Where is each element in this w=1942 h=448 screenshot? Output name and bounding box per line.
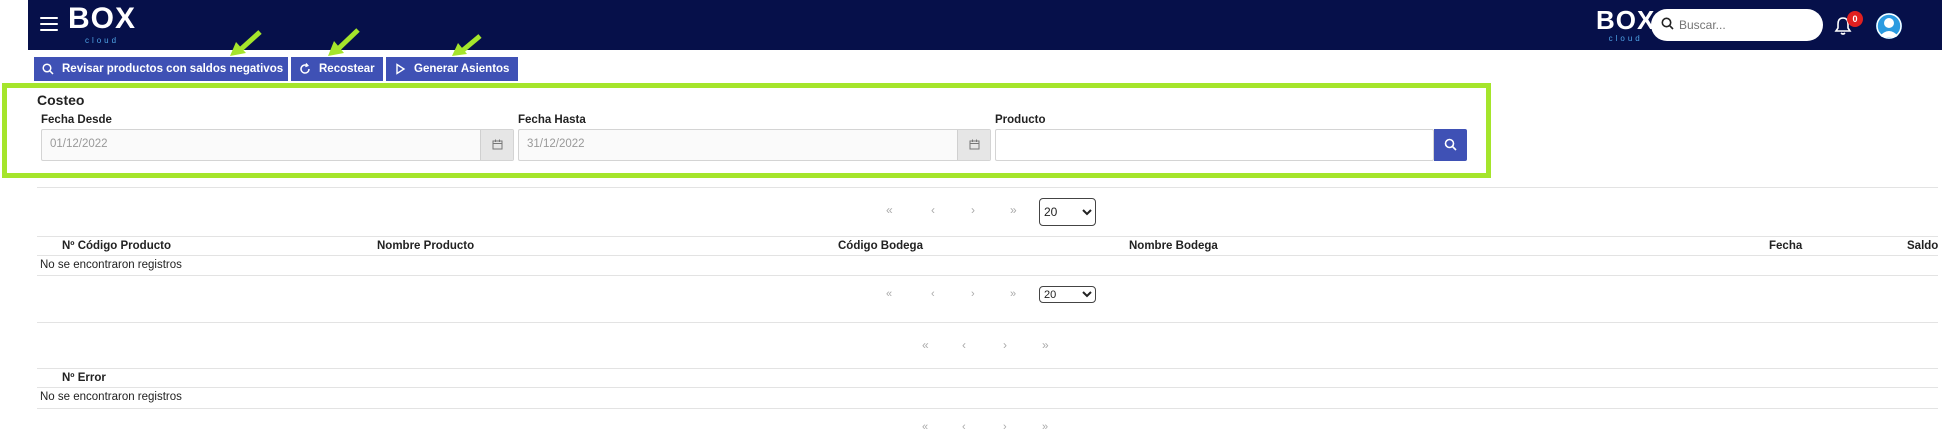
first-page-button[interactable]: « xyxy=(922,338,929,352)
last-page-button[interactable]: » xyxy=(1042,338,1049,352)
recost-label: Recostear xyxy=(319,63,375,75)
review-negative-balances-button[interactable]: Revisar productos con saldos negativos xyxy=(34,57,288,81)
divider xyxy=(37,408,1938,409)
fecha-hasta-input[interactable] xyxy=(527,138,827,150)
prev-page-button[interactable]: ‹ xyxy=(962,338,966,352)
first-page-button[interactable]: « xyxy=(922,421,928,433)
table1-bottom-page-size-select[interactable]: 20 xyxy=(1039,286,1096,303)
producto-field[interactable] xyxy=(995,129,1434,161)
prev-page-button[interactable]: ‹ xyxy=(931,288,935,300)
last-page-button[interactable]: » xyxy=(1010,203,1017,217)
fecha-desde-field[interactable] xyxy=(41,129,514,161)
fecha-desde-input[interactable] xyxy=(50,138,350,150)
generate-entries-label: Generar Asientos xyxy=(414,63,510,75)
refresh-icon xyxy=(300,63,310,74)
prev-page-button[interactable]: ‹ xyxy=(931,203,935,217)
play-icon xyxy=(396,63,406,75)
next-page-button[interactable]: › xyxy=(971,288,975,300)
last-page-button[interactable]: » xyxy=(1042,421,1048,433)
next-page-button[interactable]: › xyxy=(1003,421,1007,433)
next-page-button[interactable]: › xyxy=(1003,338,1007,352)
global-search[interactable] xyxy=(1651,9,1823,41)
logo-sub-right: cloud xyxy=(1608,34,1643,43)
table1-empty-message: No se encontraron registros xyxy=(40,259,182,271)
first-page-button[interactable]: « xyxy=(886,203,893,217)
fecha-desde-calendar-button[interactable] xyxy=(480,130,513,160)
user-icon xyxy=(1876,13,1902,39)
generate-entries-button[interactable]: Generar Asientos xyxy=(386,57,518,81)
divider xyxy=(37,236,1938,237)
annotation-arrow-icon xyxy=(452,34,482,56)
divider xyxy=(37,275,1938,276)
divider xyxy=(37,322,1938,323)
column-header-nombre-producto[interactable]: Nombre Producto xyxy=(377,240,474,252)
search-icon xyxy=(42,63,54,75)
box-cloud-logo[interactable]: BOX cloud xyxy=(68,2,136,46)
costeo-title: Costeo xyxy=(37,92,85,108)
producto-label: Producto xyxy=(995,114,1046,126)
user-avatar[interactable] xyxy=(1876,13,1902,39)
divider xyxy=(37,255,1938,256)
logo-sub: cloud xyxy=(84,36,120,45)
column-header-codigo-bodega[interactable]: Código Bodega xyxy=(838,240,923,252)
fecha-hasta-calendar-button[interactable] xyxy=(957,130,990,160)
table2-empty-message: No se encontraron registros xyxy=(40,391,182,403)
last-page-button[interactable]: » xyxy=(1010,288,1016,300)
review-negative-balances-label: Revisar productos con saldos negativos xyxy=(62,63,284,75)
calendar-icon xyxy=(969,139,980,150)
column-header-fecha[interactable]: Fecha xyxy=(1769,240,1802,252)
annotation-arrow-icon xyxy=(230,30,262,56)
next-page-button[interactable]: › xyxy=(971,203,975,217)
menu-icon[interactable] xyxy=(40,17,58,31)
annotation-arrow-icon xyxy=(328,28,360,56)
search-icon xyxy=(1661,17,1674,30)
first-page-button[interactable]: « xyxy=(886,288,892,300)
global-search-input[interactable] xyxy=(1679,15,1814,35)
column-header-codigo-producto[interactable]: Nº Código Producto xyxy=(62,240,171,252)
column-header-saldo[interactable]: Saldo xyxy=(1907,240,1938,252)
divider xyxy=(37,187,1938,188)
fecha-hasta-label: Fecha Hasta xyxy=(518,114,586,126)
box-cloud-logo-right: BOX cloud xyxy=(1596,6,1655,44)
divider xyxy=(37,387,1938,388)
fecha-hasta-field[interactable] xyxy=(518,129,991,161)
logo-word-right: BOX xyxy=(1596,5,1656,35)
logo-word: BOX xyxy=(68,2,137,35)
divider xyxy=(37,368,1938,369)
producto-search-button[interactable] xyxy=(1434,129,1467,161)
prev-page-button[interactable]: ‹ xyxy=(962,421,966,433)
column-header-nombre-bodega[interactable]: Nombre Bodega xyxy=(1129,240,1218,252)
producto-input[interactable] xyxy=(1004,138,1404,150)
column-header-error[interactable]: Nº Error xyxy=(62,372,106,384)
recost-button[interactable]: Recostear xyxy=(291,57,383,81)
fecha-desde-label: Fecha Desde xyxy=(41,114,112,126)
calendar-icon xyxy=(492,139,503,150)
notification-badge: 0 xyxy=(1847,11,1863,27)
search-icon xyxy=(1444,138,1457,151)
table1-page-size-select[interactable]: 20 xyxy=(1039,198,1096,226)
